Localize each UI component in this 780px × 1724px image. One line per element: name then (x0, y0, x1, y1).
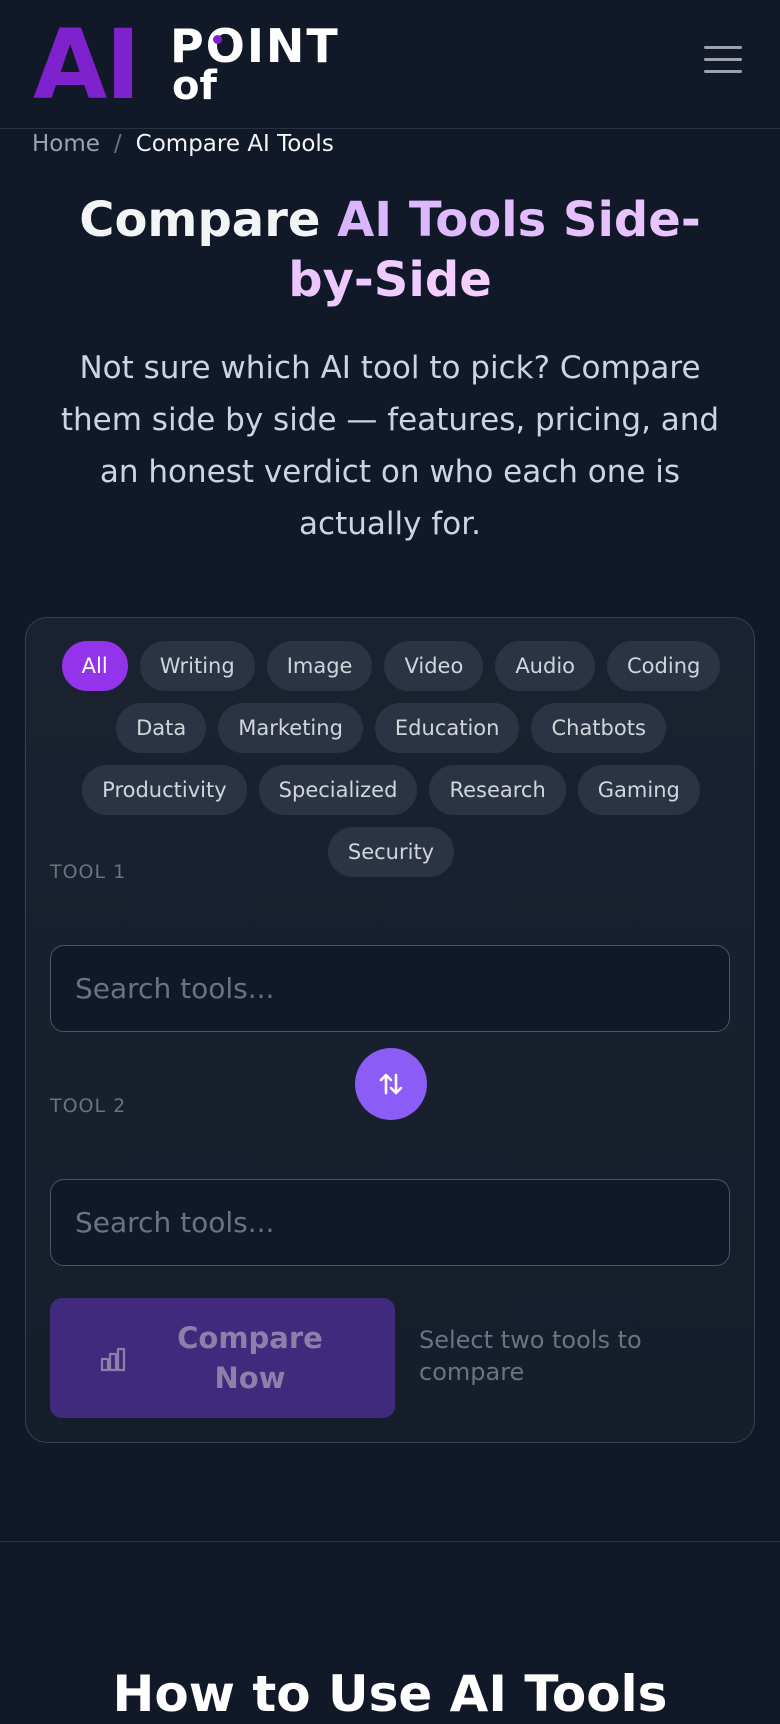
category-chip-security[interactable]: Security (327, 827, 455, 877)
compare-card: All Writing Image Video Audio Coding Data Marke… (25, 617, 755, 1443)
category-filter: All Writing Image Video Audio Coding Data Marke… (50, 641, 732, 877)
category-chip-education[interactable]: Education (374, 703, 520, 753)
category-chip-research[interactable]: Research (429, 765, 566, 815)
logo-dot-icon (213, 35, 222, 44)
category-chip-all[interactable]: All (61, 641, 128, 691)
compare-hint-text: Select two tools to compare (419, 1326, 642, 1386)
logo-of-text: of (172, 63, 217, 109)
next-section-heading: How to Use AI Tools (112, 1665, 668, 1723)
swap-arrows-icon (379, 1073, 403, 1095)
breadcrumb-home-link[interactable]: Home (32, 131, 100, 157)
page-subtitle: Not sure which AI tool to pick? Compare … (60, 350, 720, 542)
category-chip-video[interactable]: Video (384, 641, 484, 691)
section-divider (0, 1541, 780, 1542)
category-chip-productivity[interactable]: Productivity (82, 765, 247, 815)
category-chip-coding[interactable]: Coding (607, 641, 721, 691)
site-logo[interactable]: AI POINT of (33, 9, 373, 121)
category-chip-marketing[interactable]: Marketing (218, 703, 363, 753)
compare-now-button[interactable]: Compare Now (50, 1298, 395, 1418)
category-chip-chatbots[interactable]: Chatbots (531, 703, 666, 753)
breadcrumb-separator: / (113, 131, 122, 157)
compare-now-label: Compare Now (177, 1321, 323, 1395)
category-chip-audio[interactable]: Audio (495, 641, 596, 691)
logo-ai-text: AI (33, 9, 141, 121)
category-chip-gaming[interactable]: Gaming (577, 765, 700, 815)
page-title-highlight: AI Tools Side-by-Side (288, 192, 701, 308)
tool1-search-input[interactable] (50, 945, 730, 1032)
category-chip-image[interactable]: Image (266, 641, 373, 691)
hamburger-icon[interactable] (704, 46, 742, 78)
site-header: AI POINT of (0, 0, 780, 129)
category-chip-writing[interactable]: Writing (139, 641, 255, 691)
swap-tools-button[interactable] (355, 1048, 427, 1120)
page-title: Compare AI Tools Side-by-Side (40, 190, 740, 310)
category-chip-data[interactable]: Data (116, 703, 207, 753)
tool2-label: TOOL 2 (50, 1095, 127, 1117)
tool2-search-input[interactable] (50, 1179, 730, 1266)
breadcrumb: Home / Compare AI Tools (32, 128, 334, 160)
page-title-plain: Compare (79, 192, 338, 248)
category-chip-specialized[interactable]: Specialized (258, 765, 418, 815)
tool1-label: TOOL 1 (50, 861, 127, 883)
breadcrumb-current: Compare AI Tools (135, 131, 334, 157)
bar-chart-icon (100, 1347, 126, 1372)
